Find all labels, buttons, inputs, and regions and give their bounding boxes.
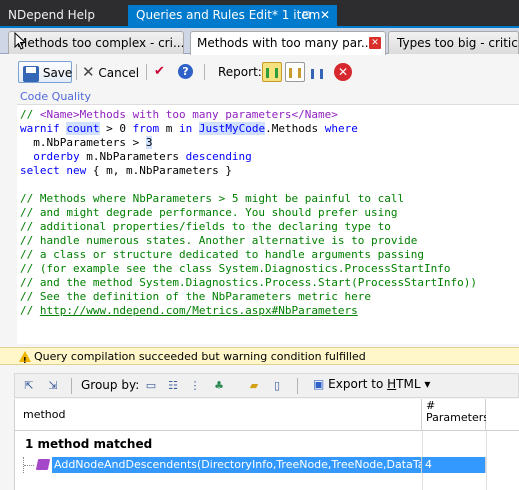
code-keyword: where: [324, 122, 358, 135]
code-keyword: in: [179, 122, 193, 135]
help-icon[interactable]: ?: [178, 64, 193, 79]
parameters-cell[interactable]: 4: [422, 457, 486, 473]
cancel-button[interactable]: ✕ Cancel: [82, 61, 139, 83]
export-suffix: TML: [396, 377, 421, 391]
code-keyword: orderby: [20, 150, 80, 163]
toolbar-divider: [76, 64, 77, 80]
column-header-method[interactable]: method: [15, 399, 422, 431]
toolbar-divider: [204, 64, 205, 80]
document-icon[interactable]: ▯: [269, 378, 285, 394]
code-comment: // a class or structure dedicated to han…: [20, 248, 424, 261]
queries-rules-panel: Methods too complex - cri... Methods wit…: [0, 28, 519, 490]
code-text: m.NbParameters >: [20, 136, 146, 149]
report-label: Report:: [218, 65, 262, 79]
export-accelerator: H: [387, 377, 397, 391]
report-list-icon[interactable]: [308, 62, 328, 82]
code-text: >: [99, 122, 120, 135]
code-keyword: count: [66, 122, 100, 135]
code-comment: //: [20, 108, 40, 121]
collapse-all-icon[interactable]: ⇲: [45, 378, 61, 394]
tab-label: NDepend Help: [8, 8, 95, 22]
close-tab-icon[interactable]: ✕: [369, 37, 381, 49]
table-row[interactable]: AddNodeAndDescendents(DirectoryInfo,Tree…: [15, 457, 486, 473]
toolbar-divider: [146, 64, 147, 80]
query-group-label: Code Quality: [20, 90, 91, 103]
tab-queries-and-rules-edit[interactable]: Queries and Rules Edit* 1 item ⊡ ✕: [128, 5, 337, 26]
cancel-x-icon: ✕: [82, 63, 95, 81]
code-keyword: descending: [185, 150, 252, 163]
column-header-line: Parameters: [426, 411, 489, 424]
group-by-tree-icon[interactable]: ♣: [211, 378, 227, 394]
pin-icon[interactable]: ⊡: [302, 5, 310, 26]
query-editor[interactable]: // <Name>Methods with too many parameter…: [17, 104, 519, 344]
code-comment: //: [20, 304, 40, 317]
document-tab-strip: NDepend Help Queries and Rules Edit* 1 i…: [0, 0, 519, 27]
code-text: m.NbParameters: [79, 150, 186, 163]
group-by-namespace-icon[interactable]: ☷: [165, 378, 181, 394]
code-text: .Methods: [265, 122, 325, 135]
close-icon[interactable]: ✕: [320, 5, 330, 26]
method-icon: [35, 459, 51, 470]
results-toolbar: ⇱ ⇲ Group by: ▭ ☷ ⋮ ♣ ▰ ▯ ▣ Export to HT…: [14, 373, 519, 398]
toolbar-divider: [297, 378, 298, 394]
compile-status-bar: Query compilation succeeded but warning …: [0, 347, 519, 369]
export-prefix: Export to: [328, 377, 388, 391]
query-toolbar: Save ✕ Cancel ✔ ? Report: ✕: [0, 58, 519, 86]
code-comment: // handle numerous states. Another alter…: [20, 234, 418, 247]
code-keyword: select: [20, 164, 60, 177]
tab-label: Queries and Rules Edit* 1 item: [136, 8, 321, 22]
tab-methods-with-too-many-parameters[interactable]: Methods with too many par...* ✕: [190, 31, 386, 55]
export-to-html-button[interactable]: ▣ Export to HTML ▾: [313, 377, 430, 391]
chevron-down-icon: ▾: [424, 377, 431, 391]
code-comment: // and the method System.Diagnostics.Pro…: [20, 276, 477, 289]
column-divider: [486, 431, 487, 490]
code-text: m: [159, 122, 179, 135]
group-by-assembly-icon[interactable]: ▭: [143, 378, 159, 394]
warning-icon: [19, 351, 31, 369]
report-chart-icon[interactable]: [262, 62, 282, 82]
expand-all-icon[interactable]: ⇱: [21, 378, 37, 394]
code-keyword: from: [126, 122, 160, 135]
group-by-type-icon[interactable]: ⋮: [187, 378, 203, 394]
code-comment: // additional properties/fields to the d…: [20, 220, 391, 233]
code-comment: // and might degrade performance. You sh…: [20, 206, 398, 219]
tab-label: Types too big - critical: [397, 36, 519, 50]
code-keyword: new: [66, 164, 87, 177]
folder-icon[interactable]: ▰: [246, 378, 262, 394]
stop-icon[interactable]: ✕: [334, 63, 352, 81]
tab-label: Methods with too many par...*: [197, 36, 379, 50]
column-header-parameters[interactable]: # Parameters: [422, 399, 489, 431]
results-summary: 1 method matched: [25, 437, 153, 451]
code-keyword: JustMyCode: [198, 122, 266, 135]
toolbar-divider: [71, 378, 72, 394]
export-icon: ▣: [313, 377, 325, 391]
save-label: Save: [42, 66, 73, 80]
code-text: { m, m.NbParameters }: [86, 164, 232, 177]
metric-doc-link[interactable]: http://www.ndepend.com/Metrics.aspx#NbPa…: [40, 304, 358, 317]
code-keyword: warnif: [20, 122, 60, 135]
code-name-tag: <Name>Methods with too many parameters</…: [39, 108, 338, 121]
code-comment: // (for example see the class System.Dia…: [20, 262, 451, 275]
column-header-blank: [486, 399, 519, 431]
report-doc-icon[interactable]: [285, 62, 305, 82]
results-grid: method # Parameters 1 method matched Add…: [14, 399, 519, 490]
group-by-label: Group by:: [81, 378, 140, 392]
edit-check-icon[interactable]: ✔: [154, 61, 165, 83]
code-number: 3: [145, 136, 153, 149]
query-tab-strip: Methods too complex - cri... Methods wit…: [0, 28, 519, 55]
status-message: Query compilation succeeded but warning …: [34, 350, 366, 363]
tab-types-too-big[interactable]: Types too big - critical: [388, 31, 519, 54]
tree-connector: [23, 457, 37, 473]
floppy-disk-icon: [23, 65, 39, 82]
code-comment: // See the definition of the NbParameter…: [20, 290, 371, 303]
code-comment: // Methods where NbParameters > 5 might …: [20, 192, 405, 205]
tab-methods-too-complex[interactable]: Methods too complex - cri...: [8, 31, 184, 54]
tab-ndepend-help[interactable]: NDepend Help: [0, 5, 128, 26]
save-button[interactable]: Save: [18, 61, 72, 83]
cancel-label: Cancel: [98, 66, 140, 80]
method-name-cell[interactable]: AddNodeAndDescendents(DirectoryInfo,Tree…: [52, 457, 422, 473]
tab-label: Methods too complex - cri...: [17, 36, 184, 50]
code-number: 0: [119, 122, 126, 135]
